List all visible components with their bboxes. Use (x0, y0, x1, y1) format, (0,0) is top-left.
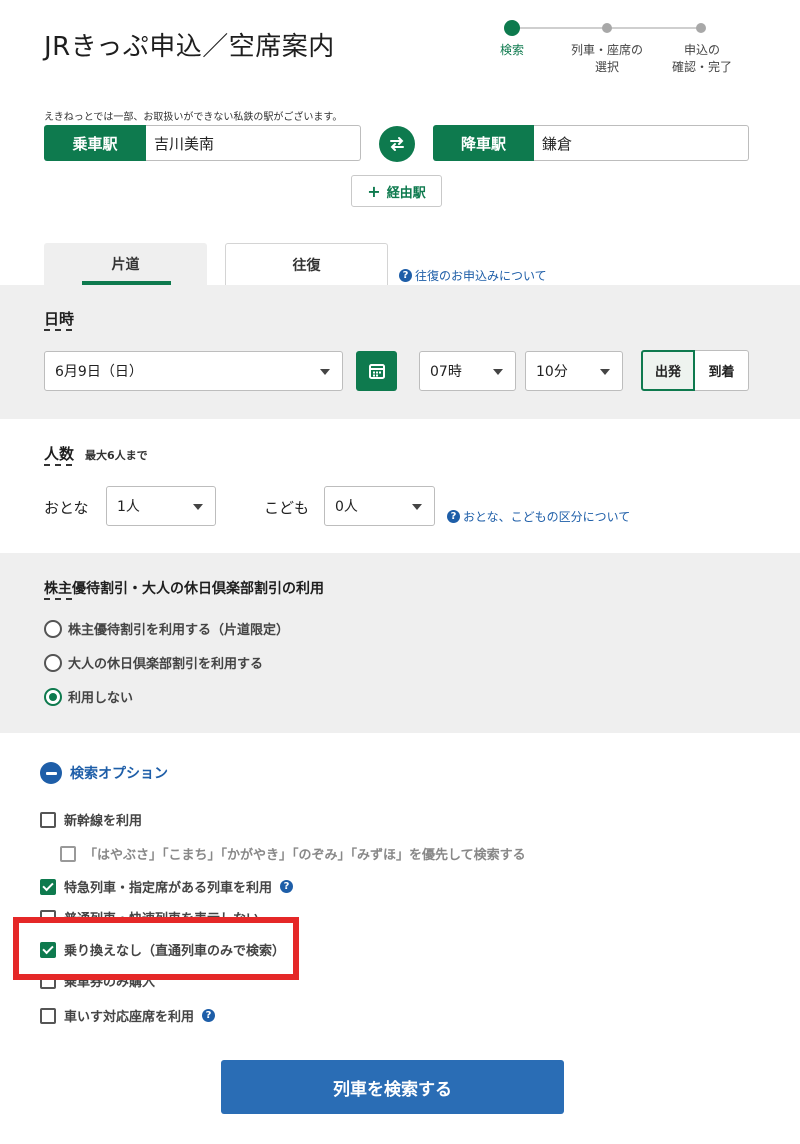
swap-stations-button[interactable] (379, 126, 415, 162)
option-limited-express[interactable]: 特急列車・指定席がある列車を利用 ? (40, 877, 294, 896)
calendar-button[interactable] (356, 351, 397, 391)
option-wheelchair-seat[interactable]: 車いす対応座席を利用 ? (40, 1006, 216, 1025)
step-dot (696, 23, 706, 33)
highlight-box (13, 917, 299, 980)
departure-station-label: 乗車駅 (44, 125, 146, 161)
radio-button[interactable] (44, 653, 62, 672)
discount-option-otona-club[interactable]: 大人の休日倶楽部割引を利用する (44, 653, 263, 672)
option-shinkansen[interactable]: 新幹線を利用 (40, 810, 142, 829)
search-trains-button[interactable]: 列車を検索する (221, 1060, 564, 1114)
option-priority-trains[interactable]: 「はやぶさ」「こまち」「かがやき」「のぞみ」「みずほ」を優先して検索する (60, 844, 526, 863)
search-options-toggle[interactable]: 検索オプション (40, 762, 168, 784)
minute-select[interactable]: 10分 (525, 351, 623, 391)
title-dash (44, 329, 72, 331)
chevron-down-icon (193, 504, 203, 510)
departure-station-input[interactable]: 吉川美南 (146, 125, 361, 161)
tab-oneway[interactable]: 片道 (44, 243, 207, 285)
adult-count-select[interactable]: 1人 (106, 486, 216, 526)
add-via-station-button[interactable]: + 経由駅 (351, 175, 442, 207)
chevron-down-icon (412, 504, 422, 510)
date-select[interactable]: 6月9日（日） (44, 351, 343, 391)
passengers-note: 最大6人まで (85, 449, 148, 462)
discount-option-none[interactable]: 利用しない (44, 687, 133, 706)
checkbox[interactable] (40, 1007, 56, 1024)
radio-button-selected[interactable] (44, 687, 62, 706)
discount-title: 株主優待割引・大人の休日倶楽部割引の利用 (44, 581, 324, 597)
step-label-select: 列車・座席の 選択 (570, 43, 643, 74)
arrive-toggle[interactable]: 到着 (695, 350, 749, 391)
checkbox[interactable] (60, 845, 76, 862)
datetime-title: 日時 (44, 310, 75, 328)
passenger-category-help-link[interactable]: ? おとな、こどもの区分について (447, 508, 630, 525)
child-label: こども (264, 499, 310, 517)
question-icon: ? (447, 510, 460, 523)
checkbox-checked[interactable] (40, 878, 56, 895)
step-dot (602, 23, 612, 33)
minus-circle-icon (40, 762, 62, 784)
title-dash (44, 464, 72, 466)
discount-option-shareholder[interactable]: 株主優待割引を利用する（片道限定） (44, 619, 289, 638)
title-dash (44, 598, 72, 600)
plus-icon: + (367, 181, 381, 201)
adult-label: おとな (44, 499, 89, 517)
passengers-title: 人数 (44, 445, 75, 463)
step-label-confirm: 申込の 確認・完了 (671, 43, 732, 74)
depart-toggle[interactable]: 出発 (641, 350, 695, 391)
station-notice: えきねっとでは一部、お取扱いができない私鉄の駅がございます。 (44, 112, 343, 123)
step-label-search: 検索 (499, 43, 524, 57)
roundtrip-help-link[interactable]: ? 往復のお申込みについて (399, 267, 547, 284)
calendar-icon (368, 364, 385, 379)
step-dot-active (504, 20, 520, 36)
swap-arrows-icon (390, 137, 404, 151)
radio-button[interactable] (44, 619, 62, 638)
child-count-select[interactable]: 0人 (324, 486, 435, 526)
question-icon[interactable]: ? (280, 880, 294, 893)
checkbox[interactable] (40, 811, 56, 828)
tab-roundtrip[interactable]: 往復 (225, 243, 388, 285)
chevron-down-icon (320, 369, 330, 375)
arrival-station-input[interactable]: 鎌倉 (534, 125, 749, 161)
chevron-down-icon (493, 369, 503, 375)
via-station-label: 経由駅 (386, 185, 426, 201)
chevron-down-icon (600, 369, 610, 375)
question-icon[interactable]: ? (202, 1009, 216, 1022)
question-icon: ? (399, 269, 412, 282)
page-title: JRきっぷ申込／空席案内 (44, 32, 335, 62)
arrival-station-label: 降車駅 (433, 125, 534, 161)
hour-select[interactable]: 07時 (419, 351, 516, 391)
